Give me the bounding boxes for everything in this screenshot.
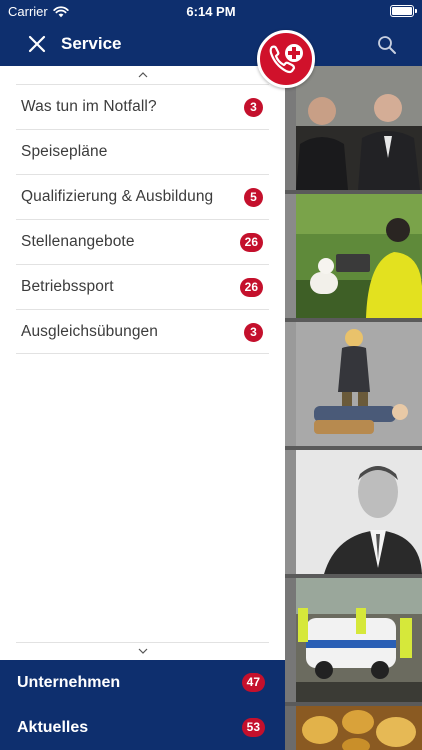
menu-item-label: Betriebssport <box>21 278 114 295</box>
battery-icon <box>390 5 417 17</box>
news-photo-image <box>296 706 422 750</box>
photo-gap <box>285 322 296 446</box>
status-time: 6:14 PM <box>186 4 236 19</box>
menu-item-betriebssport[interactable]: Betriebssport 26 <box>16 264 269 309</box>
menu-item-qualifizierung[interactable]: Qualifizierung & Ausbildung 5 <box>16 174 269 219</box>
count-badge: 3 <box>244 98 263 117</box>
section-aktuelles[interactable]: Aktuelles 53 <box>0 705 285 750</box>
photo-gap <box>285 194 296 318</box>
section-label: Aktuelles <box>17 718 89 736</box>
news-photo[interactable] <box>296 578 422 702</box>
scroll-up-indicator[interactable] <box>0 66 285 84</box>
service-drawer: Was tun im Notfall? 3 Speisepläne Qualif… <box>0 66 285 660</box>
menu-item-label: Ausgleichsübungen <box>21 322 158 340</box>
count-badge: 26 <box>239 278 263 297</box>
menu-item-label: Was tun im Notfall? <box>21 98 157 115</box>
emergency-call-button[interactable] <box>257 30 315 88</box>
menu-item-notfall[interactable]: Was tun im Notfall? 3 <box>16 84 269 129</box>
news-photo-image <box>296 322 422 446</box>
page-title: Service <box>61 34 122 53</box>
drawer-header: Service <box>0 22 285 66</box>
chevron-up-icon <box>138 72 147 78</box>
news-photo[interactable] <box>296 450 422 574</box>
news-photo-image <box>296 66 422 190</box>
header: Service <box>0 22 422 66</box>
news-photo[interactable] <box>296 706 422 750</box>
news-photo-image <box>296 194 422 318</box>
count-badge: 26 <box>239 233 263 252</box>
news-photo-image <box>296 450 422 574</box>
emergency-phone-icon <box>269 44 303 74</box>
count-badge: 53 <box>241 718 265 737</box>
chevron-down-icon <box>138 648 147 654</box>
menu-item-ausgleichsuebungen[interactable]: Ausgleichsübungen 3 <box>16 309 269 354</box>
status-bar: Carrier 6:14 PM <box>0 0 422 22</box>
photo-gap <box>285 706 296 750</box>
news-photo[interactable] <box>296 322 422 446</box>
news-photo[interactable] <box>296 194 422 318</box>
photo-gap <box>285 450 296 574</box>
news-photo[interactable] <box>296 66 422 190</box>
search-icon <box>378 36 396 54</box>
count-badge: 47 <box>241 673 265 692</box>
news-photo-image <box>296 578 422 702</box>
count-badge: 5 <box>244 188 263 207</box>
menu-item-stellenangebote[interactable]: Stellenangebote 26 <box>16 219 269 264</box>
menu-item-label: Stellenangebote <box>21 233 135 250</box>
photo-gap <box>285 578 296 702</box>
menu-item-speiseplaene[interactable]: Speisepläne <box>16 129 269 174</box>
section-label: Unternehmen <box>17 673 121 691</box>
scroll-down-indicator[interactable] <box>0 642 285 660</box>
search-button[interactable] <box>372 31 402 59</box>
service-menu-list: Was tun im Notfall? 3 Speisepläne Qualif… <box>16 84 269 354</box>
close-button[interactable] <box>22 30 52 58</box>
photo-column <box>285 66 422 750</box>
menu-item-label: Speisepläne <box>21 143 108 160</box>
count-badge: 3 <box>244 323 263 342</box>
menu-item-label: Qualifizierung & Ausbildung <box>21 188 214 205</box>
close-icon <box>28 35 46 53</box>
section-unternehmen[interactable]: Unternehmen 47 <box>0 660 285 705</box>
